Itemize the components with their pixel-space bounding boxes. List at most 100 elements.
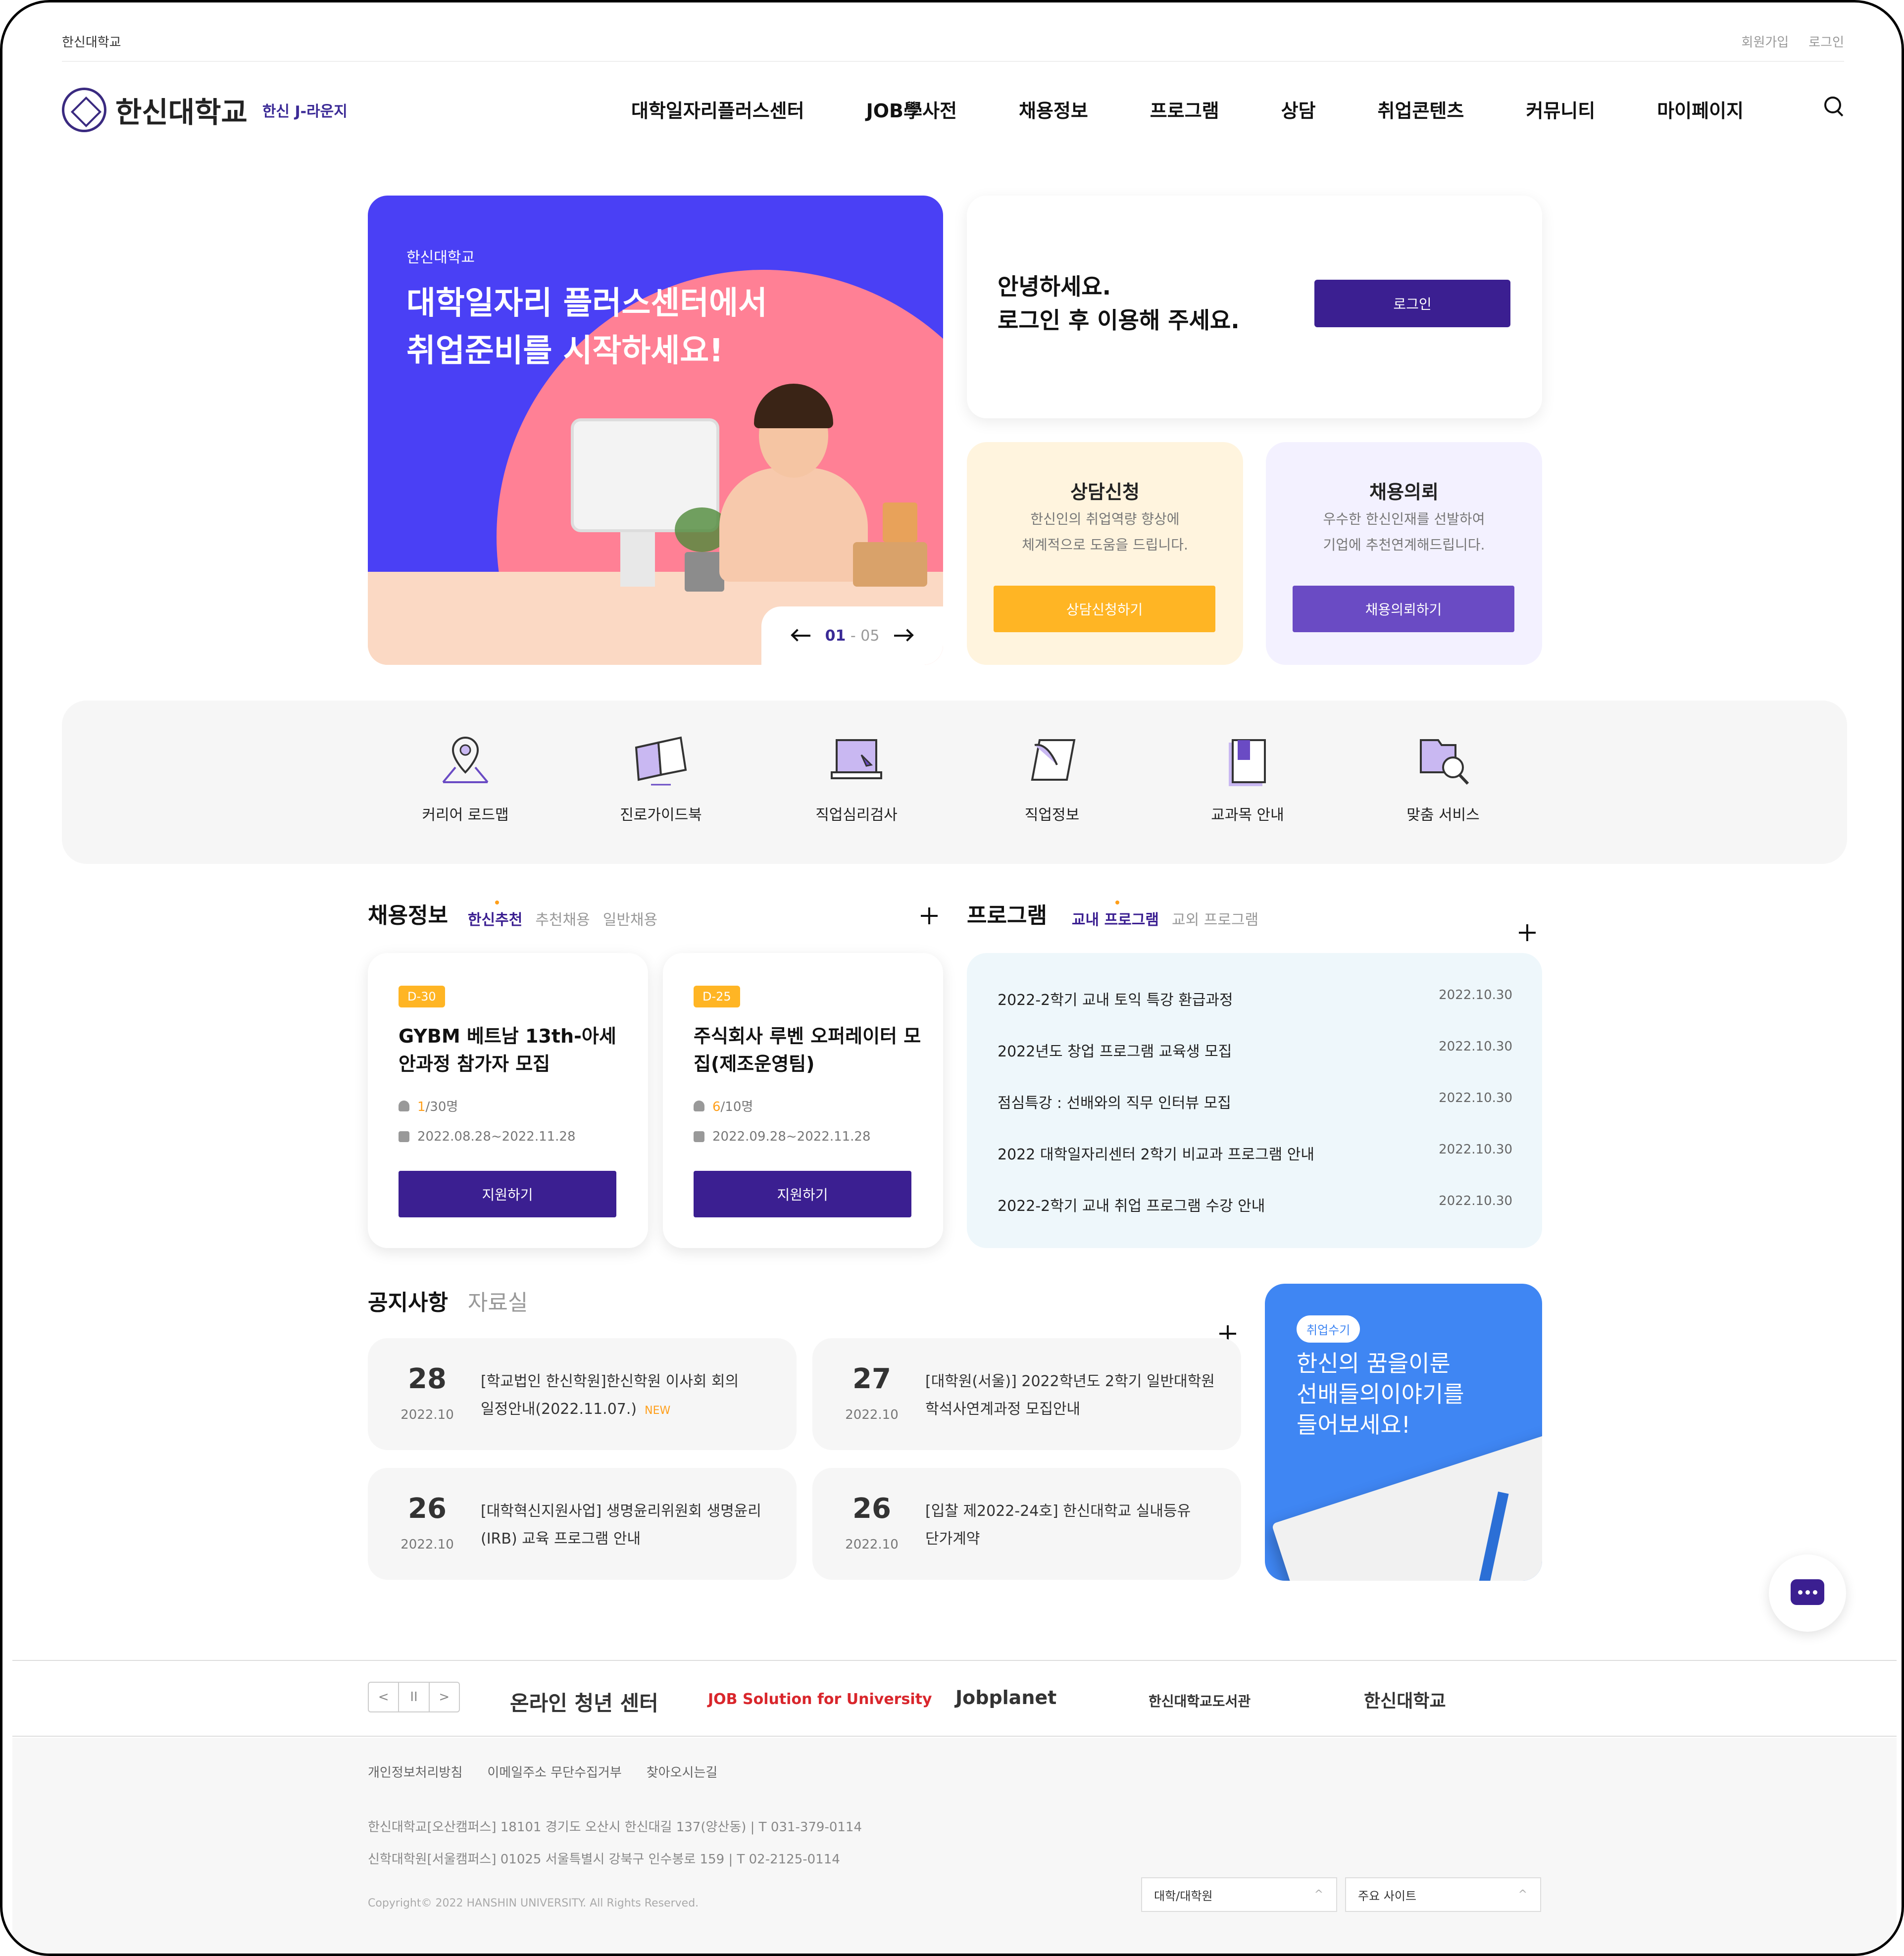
capacity: /10명 xyxy=(720,1100,753,1114)
notice-title-line2: (IRB) 교육 프로그램 안내 xyxy=(481,1530,641,1548)
page-current: 01 xyxy=(825,627,846,645)
partner-logo-jobplanet[interactable]: Jobplanet xyxy=(955,1687,1056,1708)
email-refusal-link[interactable]: 이메일주소 무단수집거부 xyxy=(487,1762,621,1781)
computer-stand xyxy=(620,532,655,587)
tab-external-program[interactable]: 교외 프로그램 xyxy=(1172,907,1258,929)
programs-more-plus-icon[interactable] xyxy=(1519,924,1536,941)
quick-item-career-roadmap[interactable]: 커리어 로드맵 xyxy=(403,730,527,824)
notice-item[interactable]: 26 2022.10 [대학혁신지원사업] 생명윤리위원회 생명윤리 (IRB) … xyxy=(368,1468,797,1580)
partner-logo-hanshin[interactable]: 한신대학교 xyxy=(1364,1687,1446,1712)
nav-item-program[interactable]: 프로그램 xyxy=(1150,96,1219,123)
privacy-policy-link[interactable]: 개인정보처리방침 xyxy=(368,1762,462,1781)
university-emblem-icon xyxy=(62,88,106,132)
program-item[interactable]: 2022 대학일자리센터 2학기 비교과 프로그램 안내 2022.10.30 xyxy=(998,1142,1512,1164)
success-story-banner[interactable]: 취업수기 한신의 꿈을이룬 선배들의이야기를 들어보세요! xyxy=(1265,1284,1542,1581)
job-applicants-value: 1/30명 xyxy=(417,1097,458,1115)
tab-recommended-jobs[interactable]: 추천채용 xyxy=(535,907,590,929)
university-site-select[interactable]: 대학/대학원 xyxy=(1141,1877,1337,1912)
chatbot-button[interactable] xyxy=(1769,1555,1846,1632)
jobs-more-plus-icon[interactable] xyxy=(921,907,938,924)
tab-archive[interactable]: 자료실 xyxy=(468,1285,528,1316)
nav-item-counsel[interactable]: 상담 xyxy=(1281,96,1316,123)
notices-title[interactable]: 공지사항 xyxy=(368,1285,448,1316)
notice-title: [학교법인 한신학원]한신학원 이사회 회의 일정안내(2022.11.07.) N… xyxy=(481,1368,778,1425)
nav-item-contents[interactable]: 취업콘텐츠 xyxy=(1378,96,1464,123)
notice-item[interactable]: 28 2022.10 [학교법인 한신학원]한신학원 이사회 회의 일정안내(20… xyxy=(368,1338,797,1450)
quick-item-guidebook[interactable]: 진로가이드북 xyxy=(599,730,723,824)
search-icon[interactable] xyxy=(1824,97,1844,116)
prev-arrow-icon[interactable] xyxy=(792,635,810,637)
program-title: 점심특강 : 선배와의 직무 인터뷰 모집 xyxy=(998,1095,1231,1112)
tab-hanshin-recommend[interactable]: 한신추천 xyxy=(468,901,522,929)
program-list: 2022-2학기 교내 토익 특강 환급과정 2022.10.30 2022년도 … xyxy=(967,953,1542,1248)
banner-prev-button[interactable]: < xyxy=(369,1683,400,1711)
job-card[interactable]: D-30 GYBM 베트남 13th-아세안과정 참가자 모집 1/30명 20… xyxy=(368,953,648,1248)
apply-button[interactable]: 지원하기 xyxy=(694,1171,911,1217)
recruit-request-title: 채용의뢰 xyxy=(1369,481,1439,503)
notice-title-line1: [입찰 제2022-24호] 한신대학교 실내등유 xyxy=(925,1503,1191,1520)
open-book-icon xyxy=(629,730,693,790)
main-nav: 대학일자리플러스센터 JOB學사전 채용정보 프로그램 상담 취업콘텐츠 커뮤니… xyxy=(631,96,1805,123)
new-badge: NEW xyxy=(645,1404,671,1417)
notice-title-line2: 단가계약 xyxy=(925,1530,980,1548)
hero-banner[interactable]: 한신대학교 대학일자리 플러스센터에서 취업준비를 시작하세요! 01 - 05 xyxy=(368,196,943,665)
login-message-line2: 로그인 후 이용해 주세요. xyxy=(998,307,1240,334)
nav-item-mypage[interactable]: 마이페이지 xyxy=(1657,96,1744,123)
quick-item-job-info[interactable]: 직업정보 xyxy=(990,730,1114,824)
laptop-test-icon xyxy=(824,730,889,790)
quick-label-job-info: 직업정보 xyxy=(1024,806,1080,824)
notice-title-line1: [대학혁신지원사업] 생명윤리위원회 생명윤리 xyxy=(481,1503,761,1520)
jobs-header: 채용정보 한신추천 추천채용 일반채용 xyxy=(368,900,943,929)
jobs-tabs: 한신추천 추천채용 일반채용 xyxy=(468,901,657,929)
banner-controls: < II > xyxy=(368,1682,460,1712)
applied-count: 6 xyxy=(712,1100,721,1114)
program-item[interactable]: 2022-2학기 교내 취업 프로그램 수강 안내 2022.10.30 xyxy=(998,1194,1512,1215)
notice-item[interactable]: 27 2022.10 [대학원(서울)] 2022학년도 2학기 일반대학원 학석… xyxy=(812,1338,1241,1450)
notice-month: 2022.10 xyxy=(401,1537,454,1552)
hero-title-line2: 취업준비를 시작하세요! xyxy=(406,333,724,369)
nav-item-job-dictionary[interactable]: JOB學사전 xyxy=(866,96,957,123)
capacity: /30명 xyxy=(425,1100,458,1114)
dday-badge: D-25 xyxy=(694,986,740,1007)
notice-title-line2-row: 일정안내(2022.11.07.) NEW xyxy=(481,1396,778,1425)
program-item[interactable]: 2022-2학기 교내 토익 특강 환급과정 2022.10.30 xyxy=(998,988,1512,1009)
login-link[interactable]: 로그인 xyxy=(1808,32,1844,50)
recruit-request-button[interactable]: 채용의뢰하기 xyxy=(1293,586,1514,632)
login-box: 안녕하세요. 로그인 후 이용해 주세요. 로그인 xyxy=(967,196,1542,418)
login-button[interactable]: 로그인 xyxy=(1314,280,1510,327)
nav-item-community[interactable]: 커뮤니티 xyxy=(1526,96,1595,123)
banner-next-button[interactable]: > xyxy=(430,1683,459,1711)
notice-item[interactable]: 26 2022.10 [입찰 제2022-24호] 한신대학교 실내등유 단가계약 xyxy=(812,1468,1241,1580)
program-item[interactable]: 점심특강 : 선배와의 직무 인터뷰 모집 2022.10.30 xyxy=(998,1091,1512,1112)
person-icon xyxy=(399,1100,409,1111)
counsel-apply-button[interactable]: 상담신청하기 xyxy=(994,586,1215,632)
partner-logo-job-solution[interactable]: JOB Solution for University xyxy=(708,1691,932,1708)
major-site-select[interactable]: 주요 사이트 xyxy=(1345,1877,1541,1912)
site-footer: 개인정보처리방침 이메일주소 무단수집거부 찾아오시는길 한신대학교[오산캠퍼스… xyxy=(12,1738,1897,1954)
join-link[interactable]: 회원가입 xyxy=(1742,32,1789,50)
partner-logo-youth-center[interactable]: 온라인 청년 센터 xyxy=(510,1687,658,1717)
directions-link[interactable]: 찾아오시는길 xyxy=(647,1762,718,1781)
nav-item-jobcenter[interactable]: 대학일자리플러스센터 xyxy=(631,96,804,123)
job-card[interactable]: D-25 주식회사 루벤 오퍼레이터 모집(제조운영팀) 6/10명 2022.… xyxy=(663,953,943,1248)
tab-general-jobs[interactable]: 일반채용 xyxy=(603,907,657,929)
quick-item-psych-test[interactable]: 직업심리검사 xyxy=(795,730,918,824)
page-total: 05 xyxy=(860,627,880,645)
job-applicants: 1/30명 xyxy=(399,1097,458,1115)
partner-logo-library[interactable]: 한신대학교도서관 xyxy=(1149,1691,1251,1710)
banner-pause-button[interactable]: II xyxy=(399,1683,430,1711)
next-arrow-icon[interactable] xyxy=(894,635,912,637)
site-logo[interactable]: 한신대학교 한신 J-라운지 xyxy=(62,88,348,132)
story-title: 한신의 꿈을이룬 선배들의이야기를 들어보세요! xyxy=(1297,1348,1464,1440)
tab-internal-program[interactable]: 교내 프로그램 xyxy=(1072,901,1159,929)
hero-title-line1: 대학일자리 플러스센터에서 xyxy=(406,285,767,322)
quick-item-courses[interactable]: 교과목 안내 xyxy=(1186,730,1309,824)
program-date: 2022.10.30 xyxy=(1439,1039,1512,1054)
notice-day: 28 xyxy=(408,1363,447,1395)
program-item[interactable]: 2022년도 창업 프로그램 교육생 모집 2022.10.30 xyxy=(998,1039,1512,1061)
apply-button[interactable]: 지원하기 xyxy=(399,1171,616,1217)
programs-tabs: 교내 프로그램 교외 프로그램 xyxy=(1072,901,1258,929)
quick-item-custom-service[interactable]: 맞춤 서비스 xyxy=(1381,730,1505,824)
nav-item-recruit[interactable]: 채용정보 xyxy=(1019,96,1088,123)
notice-day: 26 xyxy=(408,1493,447,1525)
